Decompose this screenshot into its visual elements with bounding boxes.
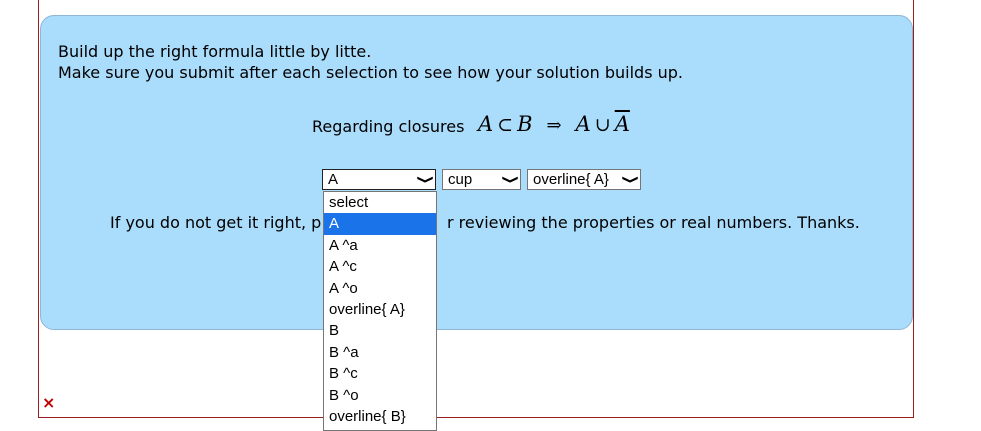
dropdown-option[interactable]: A ^c <box>324 256 436 277</box>
incorrect-mark-icon: × <box>42 393 56 412</box>
first-term-dropdown-list[interactable]: select A A ^a A ^c A ^o overline{ A} B B ^a B ^c… <box>323 191 437 431</box>
dropdown-option[interactable]: B <box>324 320 436 341</box>
second-term-select[interactable]: overline{ A} ❯ <box>527 169 641 190</box>
formula-cup: ∪ <box>594 114 611 136</box>
hint-text: If you do not get it right, p r reviewin… <box>110 213 860 232</box>
dropdown-option[interactable]: B ^a <box>324 342 436 363</box>
formula-a2: A <box>575 112 591 136</box>
hint-text-part2: r reviewing the properties or real numbe… <box>447 213 860 232</box>
hint-text-part1: If you do not get it right, p <box>110 213 322 232</box>
dropdown-option[interactable]: A <box>324 213 436 235</box>
first-term-value: A <box>328 171 339 188</box>
closure-formula: A ⊂ B ⇒ A ∪ A <box>478 112 630 136</box>
dropdown-option[interactable]: A ^o <box>324 278 436 299</box>
dropdown-option[interactable]: B ^c <box>324 363 436 384</box>
dropdown-option[interactable]: overline{ B} <box>324 406 436 427</box>
regarding-label: Regarding closures <box>312 117 465 136</box>
formula-b: B <box>517 112 533 136</box>
instruction-line-1: Build up the right formula little by lit… <box>58 42 372 61</box>
formula-a: A <box>478 112 494 136</box>
formula-subset: ⊂ <box>497 114 514 136</box>
instruction-line-2: Make sure you submit after each selectio… <box>58 63 683 82</box>
second-term-value: overline{ A} <box>533 171 609 188</box>
formula-implies: ⇒ <box>546 115 562 136</box>
dropdown-option[interactable]: B ^o <box>324 385 436 406</box>
chevron-down-icon: ❯ <box>416 174 434 185</box>
formula-a-overline: A <box>614 112 630 136</box>
dropdown-option[interactable]: select <box>324 192 436 213</box>
operator-value: cup <box>448 171 473 188</box>
dropdown-option[interactable]: overline{ A} <box>324 299 436 320</box>
first-term-select[interactable]: A ❯ <box>322 169 436 190</box>
dropdown-option[interactable]: A ^a <box>324 235 436 256</box>
chevron-down-icon: ❯ <box>501 174 519 185</box>
chevron-down-icon: ❯ <box>621 174 639 185</box>
operator-select[interactable]: cup ❯ <box>442 169 521 190</box>
